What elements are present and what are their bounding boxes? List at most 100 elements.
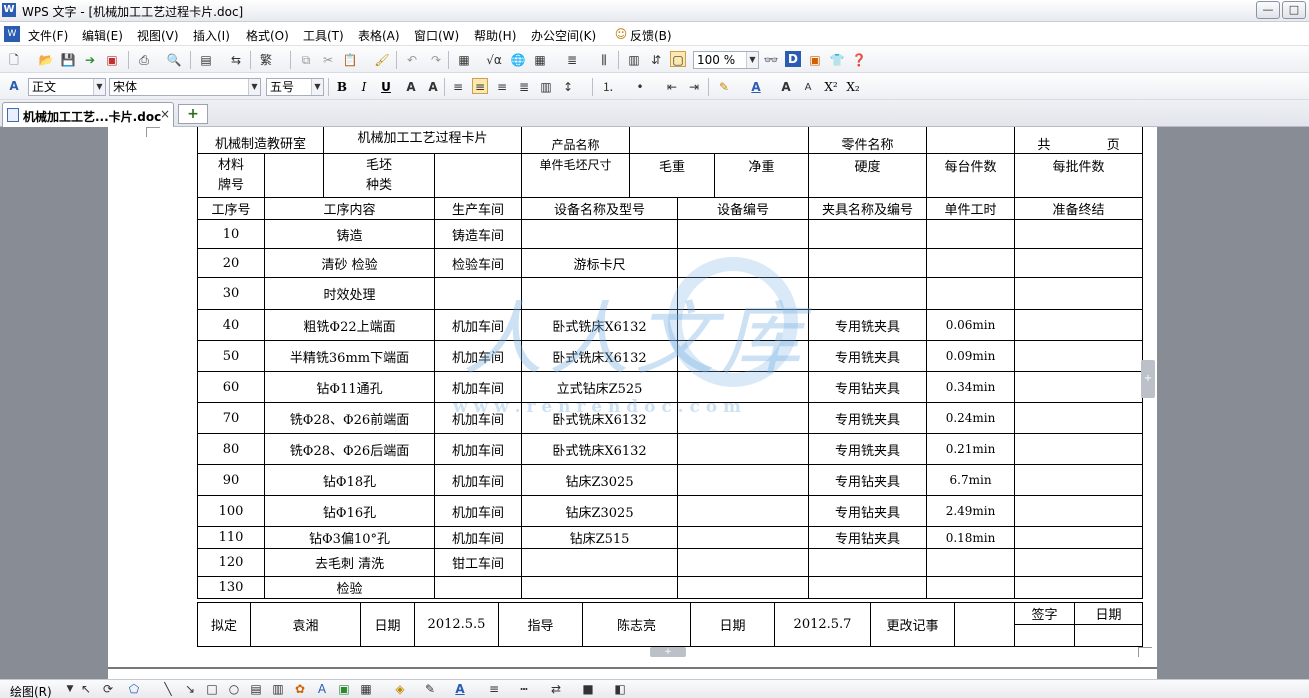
rotate-icon[interactable]: ⟳ — [100, 681, 116, 697]
table-row[interactable]: 60 钻Φ11通孔 机加车间 立式钻床Z525 专用钻夹具 0.34min — [197, 371, 1144, 403]
op-equipment-cell[interactable]: 卧式铣床X6132 — [521, 309, 679, 341]
op-unit-time-cell[interactable] — [926, 548, 1016, 577]
print-icon[interactable]: ⎙ — [136, 52, 152, 68]
text-effect-icon[interactable]: A — [403, 79, 419, 95]
op-content-cell[interactable]: 去毛刺 清洗 — [263, 548, 436, 577]
op-fixture-cell[interactable]: 专用铣夹具 — [808, 402, 928, 434]
header-equipment-no[interactable]: 设备编号 — [677, 197, 810, 220]
op-equipment-no-cell[interactable] — [677, 495, 810, 527]
guide-name[interactable]: 陈志亮 — [582, 602, 691, 647]
op-equipment-no-cell[interactable] — [677, 219, 810, 249]
autoshape-icon[interactable]: ⬠ — [126, 681, 142, 697]
numbering-icon[interactable]: ⒈ — [600, 79, 616, 95]
dept-cell[interactable]: 机械制造教研室 — [196, 127, 325, 154]
distribute-icon[interactable]: ▥ — [538, 79, 554, 95]
table-row[interactable]: 70 铣Φ28、Φ26前端面 机加车间 卧式铣床X6132 专用铣夹具 0.24min — [197, 402, 1144, 434]
op-no-cell[interactable]: 30 — [197, 277, 265, 310]
increase-indent-icon[interactable]: ⇥ — [686, 79, 702, 95]
product-name-value[interactable] — [629, 127, 810, 154]
op-content-cell[interactable]: 钻Φ11通孔 — [263, 371, 436, 403]
subscript-button[interactable]: X₂ — [844, 78, 862, 96]
print-preview-icon[interactable]: 🔍 — [166, 52, 182, 68]
italic-button[interactable]: I — [355, 78, 373, 96]
sign-value[interactable] — [1014, 624, 1075, 647]
columns-icon[interactable]: ≣ — [564, 52, 580, 68]
op-fixture-cell[interactable]: 专用铣夹具 — [808, 433, 928, 465]
op-unit-time-cell[interactable]: 0.06min — [926, 309, 1016, 341]
font-size-select[interactable]: 五号 ▼ — [266, 78, 324, 96]
op-equipment-no-cell[interactable] — [677, 576, 810, 599]
op-workshop-cell[interactable]: 铸造车间 — [434, 219, 523, 249]
menu-table[interactable]: 表格(A) — [358, 27, 400, 44]
op-equipment-no-cell[interactable] — [677, 548, 810, 577]
op-no-cell[interactable]: 110 — [197, 526, 265, 549]
table-row[interactable]: 110 钻Φ3偏10°孔 机加车间 钻床Z515 专用钻夹具 0.18min — [197, 526, 1144, 549]
op-no-cell[interactable]: 130 — [197, 576, 265, 599]
op-content-cell[interactable]: 粗铣Φ22上端面 — [263, 309, 436, 341]
page-setup-icon[interactable]: ▤ — [198, 52, 214, 68]
op-workshop-cell[interactable]: 机加车间 — [434, 464, 523, 496]
card-title-cell[interactable]: 机械加工工艺过程卡片 — [323, 127, 523, 154]
op-prep-time-cell[interactable] — [1014, 526, 1144, 549]
blank-type-label[interactable]: 毛坯种类 — [323, 153, 436, 198]
header-op-no[interactable]: 工序号 — [197, 197, 265, 220]
menu-edit[interactable]: 编辑(E) — [82, 27, 123, 44]
op-fixture-cell[interactable]: 专用钻夹具 — [808, 464, 928, 496]
op-prep-time-cell[interactable] — [1014, 340, 1144, 372]
op-unit-time-cell[interactable]: 2.49min — [926, 495, 1016, 527]
op-content-cell[interactable]: 钻Φ3偏10°孔 — [263, 526, 436, 549]
send-icon[interactable]: ➔ — [82, 52, 98, 68]
zoom-select[interactable]: 100 % ▼ — [693, 51, 759, 69]
op-prep-time-cell[interactable] — [1014, 464, 1144, 496]
font-select[interactable]: 宋体 ▼ — [109, 78, 261, 96]
op-equipment-no-cell[interactable] — [677, 433, 810, 465]
material-value[interactable] — [263, 153, 325, 198]
help-icon[interactable]: ❓ — [851, 52, 867, 68]
open-folder-icon[interactable]: 📂 — [38, 52, 54, 68]
op-workshop-cell[interactable]: 机加车间 — [434, 309, 523, 341]
blank-size-label[interactable]: 单件毛坯尺寸 — [521, 153, 631, 198]
pdf-export-icon[interactable]: ▣ — [104, 52, 120, 68]
op-content-cell[interactable]: 铣Φ28、Φ26后端面 — [263, 433, 436, 465]
op-fixture-cell[interactable] — [808, 277, 928, 310]
op-prep-time-cell[interactable] — [1014, 248, 1144, 278]
highlight-icon[interactable]: ✎ — [716, 79, 732, 95]
line-color-icon[interactable]: ✎ — [422, 681, 438, 697]
hardness-label[interactable]: 硬度 — [808, 153, 928, 198]
op-equipment-cell[interactable] — [521, 576, 679, 599]
header-equipment[interactable]: 设备名称及型号 — [521, 197, 679, 220]
op-prep-time-cell[interactable] — [1014, 219, 1144, 249]
line-icon[interactable]: ╲ — [160, 681, 176, 697]
align-right-icon[interactable]: ≡ — [494, 79, 510, 95]
line-spacing-icon[interactable]: ↕ — [560, 79, 576, 95]
paste-icon[interactable]: 📋 — [342, 52, 358, 68]
drafted-label[interactable]: 拟定 — [197, 602, 251, 647]
chevron-down-icon[interactable]: ▼ — [311, 79, 323, 95]
op-content-cell[interactable]: 时效处理 — [263, 277, 436, 310]
clipart-icon[interactable]: ✿ — [292, 681, 308, 697]
menu-help[interactable]: 帮助(H) — [474, 27, 516, 44]
traditional-chinese-icon[interactable]: 繁 — [258, 52, 274, 68]
op-fixture-cell[interactable]: 专用铣夹具 — [808, 340, 928, 372]
op-prep-time-cell[interactable] — [1014, 277, 1144, 310]
template-icon[interactable]: ▣ — [807, 52, 823, 68]
menu-view[interactable]: 视图(V) — [137, 27, 179, 44]
font-color-icon[interactable]: A — [748, 79, 764, 95]
op-prep-time-cell[interactable] — [1014, 576, 1144, 599]
part-name-value[interactable] — [926, 127, 1016, 154]
show-marks-icon[interactable]: ⇵ — [648, 52, 664, 68]
cut-icon[interactable]: ✂ — [320, 52, 336, 68]
op-workshop-cell[interactable]: 机加车间 — [434, 495, 523, 527]
bold-button[interactable]: B — [333, 78, 351, 96]
table-row[interactable]: 90 钻Φ18孔 机加车间 钻床Z3025 专用钻夹具 6.7min — [197, 464, 1144, 496]
op-equipment-cell[interactable] — [521, 277, 679, 310]
menu-office-space[interactable]: 办公空间(K) — [531, 27, 596, 44]
guide-date[interactable]: 2012.5.7 — [774, 602, 871, 647]
process-card-table[interactable]: 机械制造教研室 机械加工工艺过程卡片 产品名称 零件名称 共 页 材料牌号 毛坯… — [196, 127, 1144, 599]
part-name-label[interactable]: 零件名称 — [808, 127, 928, 154]
menu-file[interactable]: 文件(F) — [28, 27, 68, 44]
op-prep-time-cell[interactable] — [1014, 495, 1144, 527]
op-content-cell[interactable]: 检验 — [263, 576, 436, 599]
guide-label[interactable]: 指导 — [498, 602, 583, 647]
menu-format[interactable]: 格式(O) — [246, 27, 289, 44]
